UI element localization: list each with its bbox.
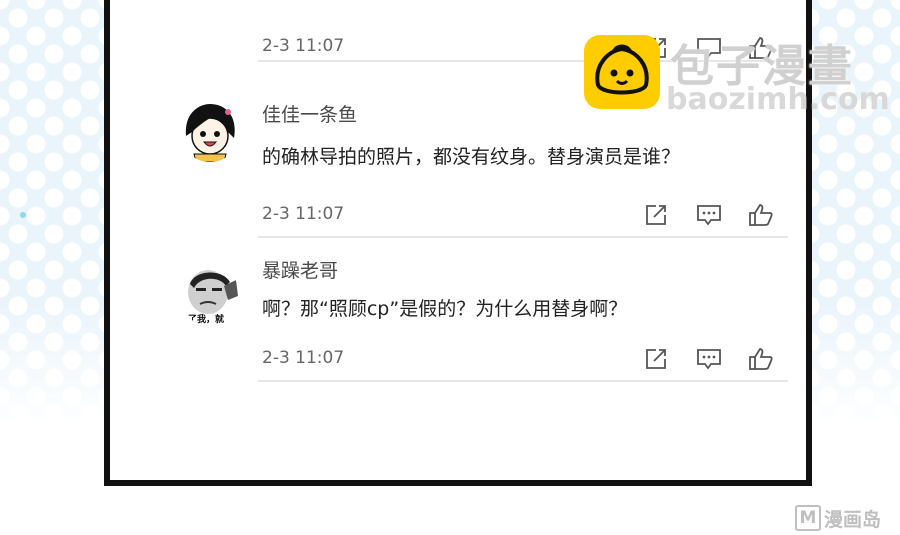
corner-logo-icon: M <box>795 505 821 531</box>
comment-divider <box>258 236 788 238</box>
avatar-caption: 了我，就 <box>188 315 225 325</box>
comment-icon[interactable] <box>696 347 722 371</box>
share-icon[interactable] <box>644 347 670 371</box>
comment-time: 2-3 11:07 <box>262 348 345 368</box>
corner-watermark-text: 漫画岛 <box>824 508 882 531</box>
avatar[interactable] <box>180 102 240 162</box>
comment-time: 2-3 11:07 <box>262 36 345 56</box>
corner-watermark: M 漫画岛 <box>795 505 881 531</box>
comment-text: 的确林导拍的照片，都没有纹身。替身演员是谁？ <box>262 146 681 168</box>
thumbs-up-icon[interactable] <box>748 203 774 227</box>
comment-username[interactable]: 佳佳一条鱼 <box>262 100 357 127</box>
share-icon[interactable] <box>644 203 670 227</box>
comment-text: 啊？那“照顾cp”是假的？为什么用替身啊？ <box>262 298 628 320</box>
bun-logo-icon <box>584 35 660 109</box>
thumbs-up-icon[interactable] <box>748 347 774 371</box>
comment-time: 2-3 11:07 <box>262 204 345 224</box>
watermark-url: baozimh.com <box>666 82 890 117</box>
comment-username[interactable]: 暴躁老哥 <box>262 256 338 283</box>
comment-icon[interactable] <box>696 203 722 227</box>
avatar[interactable]: 了我，就 <box>180 266 240 326</box>
comment-divider <box>258 380 788 382</box>
sparkle-decoration <box>20 212 26 218</box>
